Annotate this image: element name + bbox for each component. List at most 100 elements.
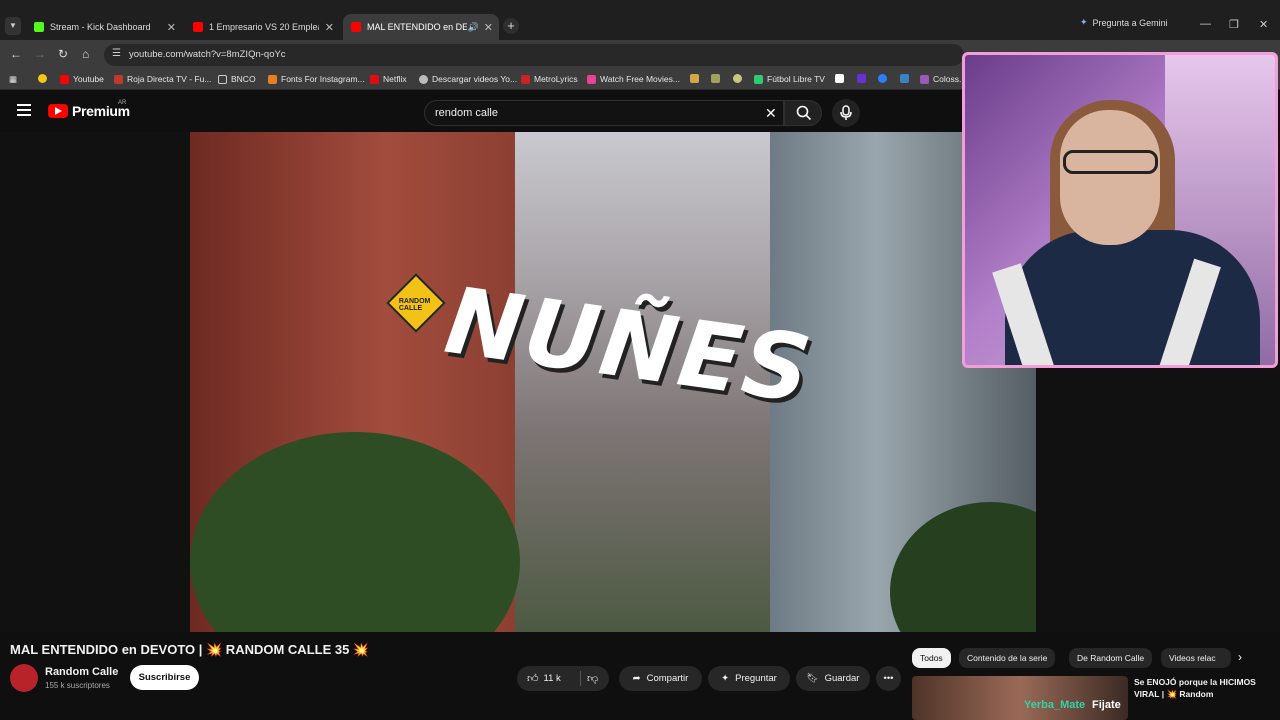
bookmark-emoji[interactable] bbox=[38, 74, 47, 83]
bookmark-bnco[interactable]: BNCO bbox=[218, 74, 256, 84]
extension-icon bbox=[835, 74, 844, 83]
channel-avatar[interactable] bbox=[10, 664, 38, 692]
home-icon[interactable]: ⌂ bbox=[82, 47, 89, 61]
menu-icon[interactable] bbox=[17, 104, 31, 116]
chip-videos-relacionados[interactable]: Videos relac bbox=[1161, 648, 1231, 668]
close-icon[interactable]: ✕ bbox=[325, 21, 334, 34]
extension-icon bbox=[711, 74, 720, 83]
more-actions-button[interactable]: ••• bbox=[876, 666, 901, 691]
bookmark-watch-free[interactable]: Watch Free Movies... bbox=[587, 74, 680, 84]
apps-icon[interactable]: ▦ bbox=[9, 74, 17, 85]
bookmark-ext-3[interactable] bbox=[733, 74, 742, 83]
webcam-person-glasses bbox=[1063, 150, 1158, 174]
thumbs-up-icon: 👍︎ bbox=[527, 673, 539, 685]
site-info-icon[interactable]: ☰ bbox=[112, 48, 121, 59]
tab-kick-dashboard[interactable]: Stream - Kick Dashboard ✕ bbox=[26, 14, 182, 40]
extension-icon bbox=[733, 74, 742, 83]
youtube-icon bbox=[193, 22, 203, 32]
bookmark-descargar[interactable]: Descargar videos Yo... bbox=[419, 74, 517, 84]
bookmark-label: Fútbol Libre TV bbox=[767, 74, 825, 84]
search-button[interactable] bbox=[784, 100, 822, 126]
search-input[interactable]: rendom calle ✕ bbox=[424, 100, 784, 126]
share-label: Compartir bbox=[646, 673, 689, 684]
coloss-icon bbox=[920, 74, 929, 84]
tab-mal-entendido[interactable]: MAL ENTENDIDO en DEVOTO 🔊 ✕ bbox=[343, 14, 499, 40]
dislike-button[interactable]: 👎︎ bbox=[587, 672, 598, 685]
forward-icon[interactable]: → bbox=[34, 47, 46, 61]
tab-search-button[interactable]: ▼ bbox=[5, 17, 21, 35]
speaker-icon[interactable]: 🔊 bbox=[468, 22, 479, 33]
ask-button[interactable]: ✦ Preguntar bbox=[708, 666, 790, 691]
youtube-icon bbox=[351, 22, 361, 32]
recommendation-thumbnail[interactable] bbox=[912, 676, 1128, 720]
bookmark-metrolyrics[interactable]: MetroLyrics bbox=[521, 74, 578, 84]
save-button[interactable]: 🔖︎ Guardar bbox=[796, 666, 870, 691]
chat-overlay-message: Fijate bbox=[1092, 699, 1121, 711]
bookmark-netflix[interactable]: Netflix bbox=[370, 74, 407, 84]
voice-search-button[interactable] bbox=[832, 99, 860, 127]
yahoo-icon bbox=[857, 74, 866, 83]
like-button[interactable]: 👍︎ 11 k bbox=[527, 672, 561, 685]
channel-name[interactable]: Random Calle bbox=[45, 666, 118, 678]
bookmark-ext-4[interactable] bbox=[835, 74, 844, 83]
close-icon[interactable]: ✕ bbox=[484, 21, 493, 34]
bookmark-label: BNCO bbox=[231, 74, 256, 84]
reload-icon[interactable]: ↻ bbox=[58, 47, 68, 61]
font-icon bbox=[268, 74, 277, 84]
bookmark-ext-7[interactable] bbox=[900, 74, 909, 83]
back-icon[interactable]: ← bbox=[10, 47, 22, 61]
share-icon: ➦ bbox=[632, 673, 641, 684]
bookmark-label: Youtube bbox=[73, 74, 104, 84]
divider bbox=[580, 671, 581, 686]
gemini-button[interactable]: ✦ Pregunta a Gemini bbox=[1080, 17, 1168, 28]
minimize-icon[interactable]: — bbox=[1200, 18, 1211, 30]
tab-empresario[interactable]: 1 Empresario VS 20 Empleados ✕ bbox=[185, 14, 340, 40]
bookmark-ext-6[interactable] bbox=[878, 74, 887, 83]
clear-search-icon[interactable]: ✕ bbox=[765, 105, 777, 122]
youtube-premium-logo[interactable]: Premium AR bbox=[48, 100, 130, 119]
kick-icon bbox=[34, 22, 44, 32]
more-icon: ••• bbox=[883, 673, 894, 684]
bookmark-ext-1[interactable] bbox=[690, 74, 699, 83]
chip-contenido-serie[interactable]: Contenido de la serie bbox=[959, 648, 1056, 668]
like-count: 11 k bbox=[543, 673, 561, 684]
bookmark-label: Descargar videos Yo... bbox=[432, 74, 518, 84]
extension-icon bbox=[878, 74, 887, 83]
save-label: Guardar bbox=[824, 673, 860, 684]
bookmark-futbol[interactable]: Fútbol Libre TV bbox=[754, 74, 825, 84]
extension-icon bbox=[900, 74, 909, 83]
bookmark-label: Roja Directa TV - Fu... bbox=[127, 74, 212, 84]
chip-de-random-calle[interactable]: De Random Calle bbox=[1069, 648, 1153, 668]
subscribe-button[interactable]: Suscribirse bbox=[130, 665, 199, 690]
bookmark-ext-5[interactable] bbox=[857, 74, 866, 83]
lyrics-icon bbox=[521, 74, 530, 84]
microphone-icon bbox=[840, 105, 852, 120]
tab-label: 1 Empresario VS 20 Empleados bbox=[209, 22, 319, 32]
window-close-icon[interactable]: ✕ bbox=[1259, 18, 1268, 31]
country-code: AR bbox=[118, 100, 127, 106]
bookmark-roja-directa[interactable]: Roja Directa TV - Fu... bbox=[114, 74, 211, 84]
recommendation-title[interactable]: Se ENOJÓ porque la HICIMOS VIRAL | 💥 Ran… bbox=[1134, 676, 1274, 700]
bookmark-coloss[interactable]: Coloss... bbox=[920, 74, 966, 84]
bookmark-ext-2[interactable] bbox=[711, 74, 720, 83]
url-text[interactable]: youtube.com/watch?v=8mZIQn-qoYc bbox=[129, 49, 286, 60]
chip-todos[interactable]: Todos bbox=[912, 648, 951, 668]
extension-icon bbox=[690, 74, 699, 83]
bookmark-youtube[interactable]: Youtube bbox=[60, 74, 104, 84]
ask-label: Preguntar bbox=[735, 673, 777, 684]
restore-icon[interactable]: ❐ bbox=[1229, 18, 1239, 31]
webcam-person-face bbox=[1060, 110, 1160, 245]
netflix-icon bbox=[370, 74, 379, 84]
chevron-right-icon[interactable]: › bbox=[1238, 650, 1242, 664]
bookmark-label: Netflix bbox=[383, 74, 407, 84]
tab-strip: ▼ Stream - Kick Dashboard ✕ 1 Empresario… bbox=[0, 0, 1280, 40]
bookmark-fonts[interactable]: Fonts For Instagram... bbox=[268, 74, 365, 84]
tv-icon bbox=[114, 74, 123, 84]
close-icon[interactable]: ✕ bbox=[167, 21, 176, 34]
address-bar[interactable]: ☰ youtube.com/watch?v=8mZIQn-qoYc bbox=[104, 44, 964, 66]
new-tab-button[interactable]: + bbox=[503, 18, 519, 34]
chat-overlay-username: Yerba_Mate bbox=[1024, 699, 1086, 711]
video-details: MAL ENTENDIDO en DEVOTO | 💥 RANDOM CALLE… bbox=[0, 632, 1280, 720]
search-query[interactable]: rendom calle bbox=[435, 107, 498, 119]
share-button[interactable]: ➦ Compartir bbox=[619, 666, 702, 691]
